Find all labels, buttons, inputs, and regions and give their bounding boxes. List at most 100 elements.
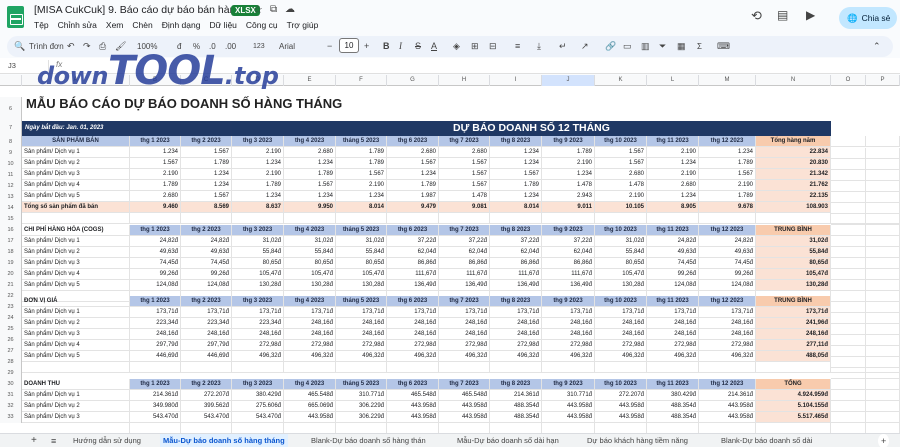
row-number-30[interactable]: 30 xyxy=(0,379,22,390)
column-header-e[interactable]: E xyxy=(284,75,336,86)
sheet-tab-2[interactable]: Mẫu-Dự báo doanh số hàng tháng xyxy=(160,434,288,447)
sheet-tab-1[interactable]: Hướng dẫn sử dụng xyxy=(70,434,144,447)
functions-icon[interactable]: Σ xyxy=(697,39,702,54)
empty-cell[interactable] xyxy=(831,379,866,390)
row-number-8[interactable]: 8 xyxy=(0,136,22,148)
empty-cell[interactable] xyxy=(831,159,866,170)
empty-cell[interactable] xyxy=(866,390,900,401)
insert-chart-icon[interactable]: ▥ xyxy=(641,39,650,54)
font-size-input[interactable]: 10 xyxy=(339,38,359,53)
forecast-header[interactable]: DỰ BÁO DOANH SỐ 12 THÁNG xyxy=(232,121,831,136)
explore-icon[interactable]: + xyxy=(878,434,890,447)
empty-cell[interactable] xyxy=(831,390,866,401)
row-number-28[interactable]: 28 xyxy=(0,357,22,368)
row-number-9[interactable]: 9 xyxy=(0,148,22,159)
zoom-select[interactable]: 100% xyxy=(137,39,157,54)
italic-icon[interactable]: I xyxy=(399,39,402,54)
empty-cell[interactable] xyxy=(831,324,866,335)
row-number-24[interactable]: 24 xyxy=(0,313,22,324)
empty-cell[interactable] xyxy=(866,357,900,368)
empty-cell[interactable] xyxy=(866,368,900,379)
sheet-tab-3[interactable]: Blank-Dự báo doanh số hàng thán xyxy=(308,434,429,447)
column-header-n[interactable]: N xyxy=(756,75,831,86)
row-number-19[interactable]: 19 xyxy=(0,258,22,269)
comments-icon[interactable]: ▤ xyxy=(777,8,788,22)
text-color-icon[interactable]: A xyxy=(431,39,437,54)
empty-cell[interactable] xyxy=(831,280,866,291)
empty-cell[interactable] xyxy=(866,412,900,423)
empty-cell[interactable] xyxy=(831,412,866,423)
move-folder-icon[interactable]: ⧉ xyxy=(270,4,277,15)
column-header-l[interactable]: L xyxy=(647,75,699,86)
row-number-17[interactable]: 17 xyxy=(0,236,22,247)
borders-icon[interactable]: ⊞ xyxy=(471,39,479,54)
row-number-12[interactable]: 12 xyxy=(0,181,22,192)
empty-cell[interactable] xyxy=(831,148,866,159)
row-number-21[interactable]: 21 xyxy=(0,280,22,291)
row-number-32[interactable]: 32 xyxy=(0,401,22,412)
empty-cell[interactable] xyxy=(866,159,900,170)
empty-cell[interactable] xyxy=(866,302,900,313)
empty-cell[interactable] xyxy=(866,291,900,302)
sheets-logo-icon[interactable] xyxy=(7,6,24,28)
row-number-23[interactable]: 23 xyxy=(0,302,22,313)
all-sheets-icon[interactable]: ≡ xyxy=(48,434,59,447)
percent-format-button[interactable]: % xyxy=(193,39,200,54)
empty-cell[interactable] xyxy=(866,181,900,192)
menu-item-7[interactable]: Công cụ xyxy=(246,20,278,30)
empty-cell[interactable] xyxy=(866,170,900,181)
sheet-grid[interactable]: 6 7 8 9 10 11 12 13 14 15 16 17 18 19 20 21 22 23 24 25 26 27… xyxy=(0,86,900,434)
empty-cell[interactable] xyxy=(831,291,866,302)
merge-cells-icon[interactable]: ⊟ xyxy=(489,39,497,54)
start-date-cell[interactable]: Ngày bắt đầu: Jan. 01, 2023 xyxy=(22,121,232,136)
empty-cell[interactable] xyxy=(866,203,900,214)
row-number-33[interactable]: 33 xyxy=(0,412,22,423)
empty-cell[interactable] xyxy=(831,214,866,225)
empty-cell[interactable] xyxy=(831,357,866,368)
column-header-d[interactable]: D xyxy=(232,75,284,86)
empty-cell[interactable] xyxy=(831,401,866,412)
name-box[interactable]: J3 xyxy=(8,61,16,70)
empty-cell[interactable] xyxy=(866,401,900,412)
select-all-corner[interactable] xyxy=(0,75,22,86)
input-tools-icon[interactable]: ⌨ xyxy=(717,39,730,54)
bold-icon[interactable]: B xyxy=(383,39,390,54)
sheet-tab-6[interactable]: Blank-Dự báo doanh số dài xyxy=(718,434,815,447)
row-number-7[interactable]: 7 xyxy=(0,121,22,136)
empty-cell[interactable] xyxy=(866,269,900,280)
column-header-h[interactable]: H xyxy=(439,75,490,86)
column-header-g[interactable]: G xyxy=(387,75,439,86)
empty-cell[interactable] xyxy=(831,346,866,357)
insert-comment-icon[interactable]: ▭ xyxy=(623,39,632,54)
empty-cell[interactable] xyxy=(831,203,866,214)
empty-cell[interactable] xyxy=(866,313,900,324)
increase-decimal-button[interactable]: .00 xyxy=(225,39,236,54)
menu-item-3[interactable]: Xem xyxy=(106,20,123,30)
number-format-button[interactable]: 123 xyxy=(253,39,265,54)
menu-item-2[interactable]: Chỉnh sửa xyxy=(58,20,97,30)
sheet-tab-5[interactable]: Dự báo khách hàng tiềm năng xyxy=(584,434,691,447)
empty-cell[interactable] xyxy=(866,280,900,291)
column-header-p[interactable]: P xyxy=(866,75,900,86)
vertical-align-icon[interactable]: ⤓ xyxy=(537,39,541,54)
column-header-b[interactable]: B xyxy=(130,75,181,86)
row-number-26[interactable]: 26 xyxy=(0,335,22,346)
empty-cell[interactable] xyxy=(866,236,900,247)
insert-link-icon[interactable]: 🔗 xyxy=(605,39,616,54)
row-number-13[interactable]: 13 xyxy=(0,192,22,203)
empty-cell[interactable] xyxy=(831,170,866,181)
column-header-c[interactable]: C xyxy=(181,75,232,86)
empty-cell[interactable] xyxy=(831,236,866,247)
meet-icon[interactable]: ▶ xyxy=(806,8,815,22)
row-number-31[interactable]: 31 xyxy=(0,390,22,401)
menu-item-5[interactable]: Định dạng xyxy=(162,20,201,30)
empty-cell[interactable] xyxy=(866,136,900,147)
empty-cell[interactable] xyxy=(831,225,866,236)
empty-cell[interactable] xyxy=(866,335,900,346)
row-number-10[interactable]: 10 xyxy=(0,159,22,170)
row-number-16[interactable]: 16 xyxy=(0,225,22,236)
redo-icon[interactable]: ↷ xyxy=(83,39,91,54)
undo-icon[interactable]: ↶ xyxy=(67,39,75,54)
share-button[interactable]: 🌐 Chia sẻ xyxy=(839,7,897,29)
column-header-f[interactable]: F xyxy=(336,75,387,86)
